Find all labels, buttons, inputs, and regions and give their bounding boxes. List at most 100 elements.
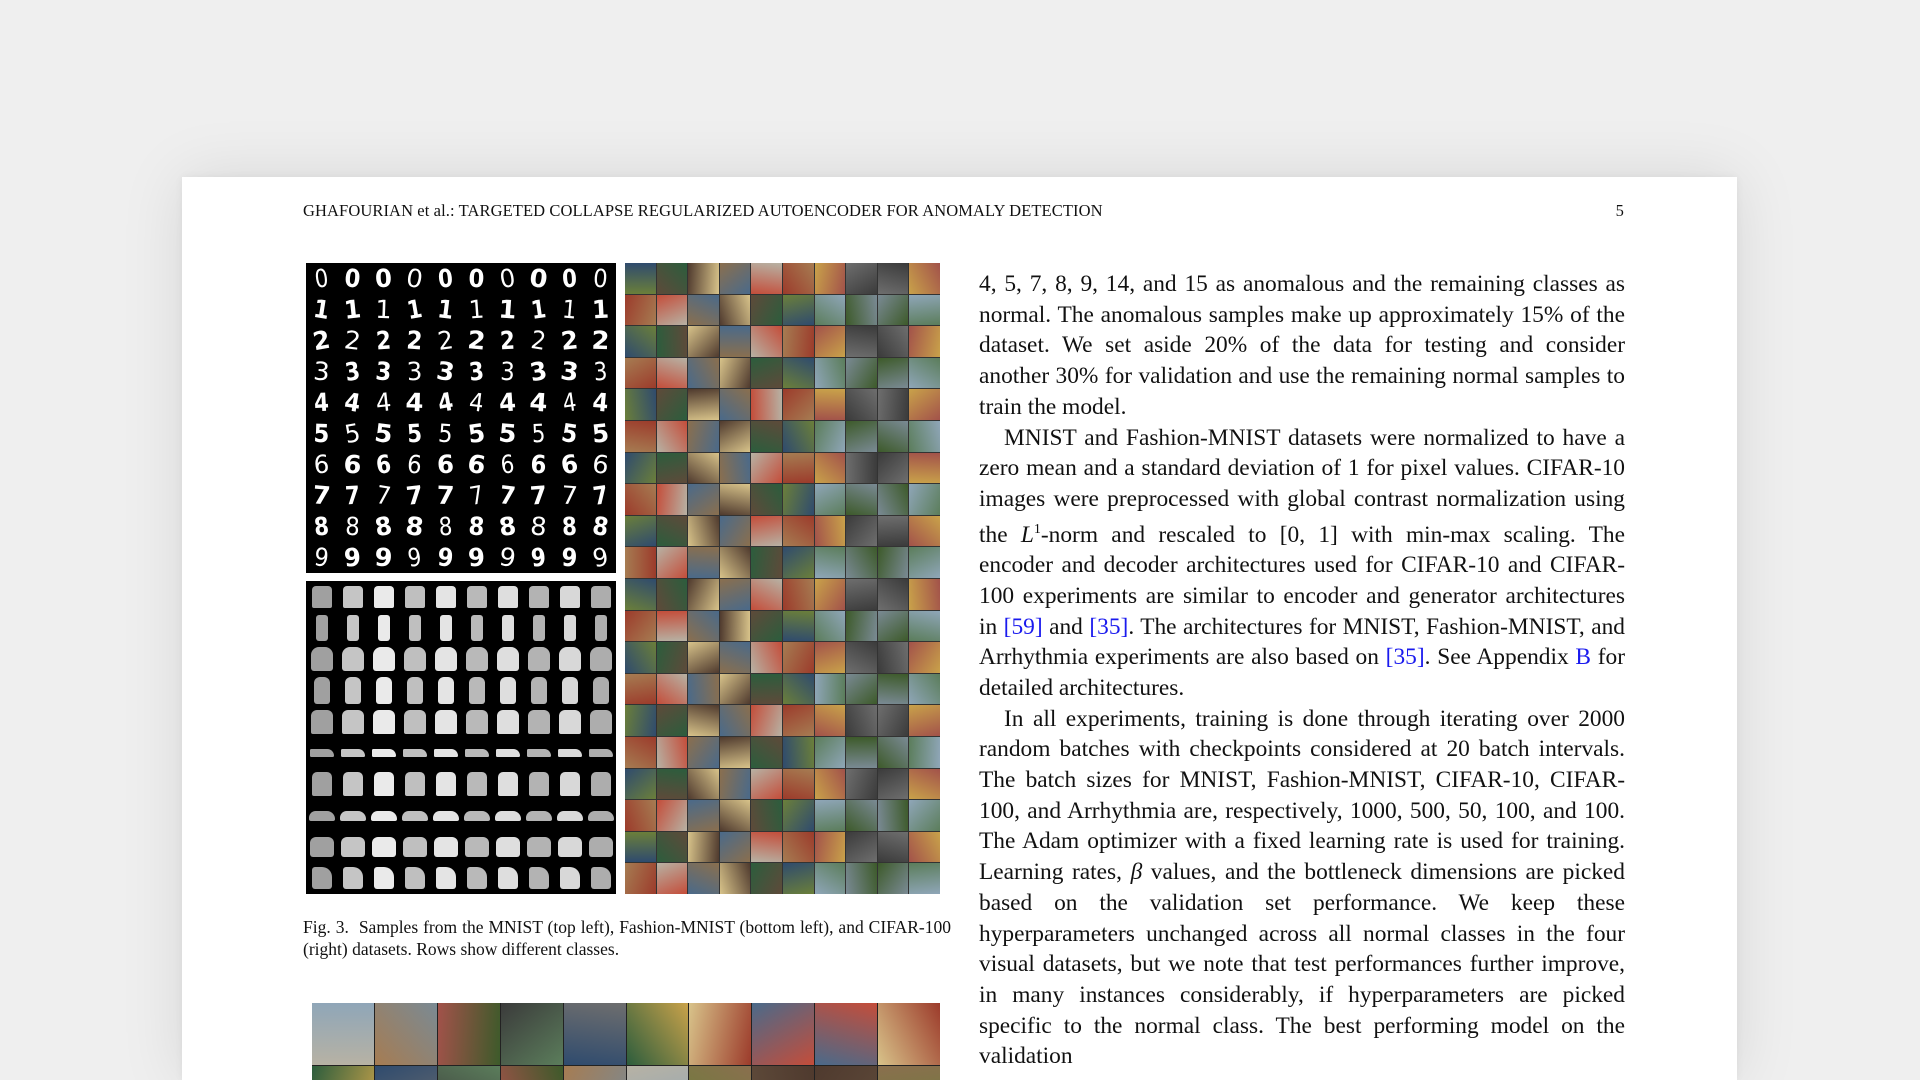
image-thumbnail: [846, 610, 877, 642]
citation-link-35[interactable]: [35]: [1089, 614, 1128, 640]
image-thumbnail: [689, 1065, 752, 1080]
image-thumbnail: [688, 831, 719, 863]
fashion-item-sample: [554, 581, 585, 612]
mnist-digit-sample: 5: [437, 418, 454, 449]
image-thumbnail: [751, 452, 782, 484]
image-thumbnail: [656, 515, 688, 547]
mnist-digit-sample: 4: [528, 387, 549, 418]
image-thumbnail: [909, 673, 940, 705]
fashion-item-sample: [399, 769, 430, 800]
fashion-item-sample: [306, 737, 337, 768]
fashion-item-sample: [337, 706, 368, 737]
image-thumbnail: [846, 673, 877, 705]
fashion-item-sample: [492, 769, 523, 800]
fashion-item-sample: [306, 675, 337, 706]
image-thumbnail: [719, 642, 751, 673]
fashion-item-sample: [492, 737, 523, 768]
mnist-digit-sample: 0: [343, 263, 362, 294]
mnist-digit-sample: 1: [529, 294, 548, 325]
fashion-item-sample: [368, 769, 399, 800]
fashion-item-sample: [337, 800, 368, 831]
mnist-digit-sample: 8: [312, 511, 331, 542]
image-thumbnail: [877, 705, 909, 736]
mnist-digit-sample: 8: [529, 511, 548, 542]
fashion-item-sample: [306, 769, 337, 800]
image-thumbnail: [846, 831, 877, 863]
image-thumbnail: [374, 1065, 437, 1080]
fashion-item-sample: [461, 737, 492, 768]
image-thumbnail: [719, 421, 751, 452]
image-thumbnail: [814, 294, 846, 326]
image-thumbnail: [688, 263, 719, 294]
fashion-item-sample: [430, 800, 461, 831]
image-thumbnail: [909, 737, 940, 768]
image-thumbnail: [656, 863, 688, 894]
image-thumbnail: [751, 326, 782, 357]
fashion-item-sample: [554, 800, 585, 831]
mnist-digit-sample: 4: [313, 387, 330, 418]
image-thumbnail: [625, 294, 656, 326]
image-thumbnail: [909, 547, 940, 578]
image-thumbnail: [846, 705, 877, 736]
image-thumbnail: [688, 579, 719, 610]
fashion-item-sample: [430, 706, 461, 737]
fashion-item-sample: [523, 769, 554, 800]
mnist-digit-sample: 7: [344, 480, 361, 511]
image-thumbnail: [877, 421, 909, 452]
image-thumbnail: [688, 452, 719, 484]
mnist-digit-sample: 8: [497, 510, 518, 543]
fashion-item-sample: [306, 644, 337, 675]
mnist-digit-sample: 8: [372, 510, 395, 543]
mnist-digit-sample: 5: [406, 418, 423, 449]
image-thumbnail: [909, 831, 940, 863]
image-thumbnail: [909, 768, 940, 800]
mnist-digit-sample: 6: [499, 449, 516, 480]
fashion-item-sample: [585, 675, 616, 706]
citation-link-59[interactable]: [59]: [1004, 614, 1043, 640]
image-thumbnail: [846, 579, 877, 610]
fashion-item-sample: [585, 800, 616, 831]
fashion-item-sample: [337, 831, 368, 862]
image-thumbnail: [751, 768, 782, 800]
mnist-digit-sample: 0: [592, 263, 609, 294]
image-thumbnail: [656, 452, 688, 484]
fashion-item-sample: [399, 581, 430, 612]
fashion-item-sample: [368, 706, 399, 737]
fashion-item-sample: [430, 831, 461, 862]
image-thumbnail: [625, 800, 656, 831]
image-thumbnail: [719, 515, 751, 547]
mnist-digit-sample: 7: [404, 480, 425, 511]
image-thumbnail: [719, 326, 751, 357]
image-thumbnail: [846, 452, 877, 484]
mnist-digit-sample: 9: [590, 541, 611, 573]
fashion-item-sample: [306, 706, 337, 737]
image-thumbnail: [909, 389, 940, 420]
appendix-b-link[interactable]: B: [1575, 644, 1591, 670]
image-thumbnail: [688, 294, 719, 326]
image-thumbnail: [846, 326, 877, 357]
image-thumbnail: [814, 263, 846, 294]
image-thumbnail: [625, 863, 656, 894]
paragraph-2-text-e: . See Appendix: [1424, 644, 1576, 671]
image-thumbnail: [783, 673, 814, 705]
image-thumbnail: [751, 737, 782, 768]
mnist-digit-sample: 0: [374, 263, 393, 294]
image-thumbnail: [656, 579, 688, 610]
image-thumbnail: [719, 705, 751, 736]
mnist-digit-sample: 5: [313, 418, 330, 449]
fashion-item-sample: [554, 769, 585, 800]
fashion-item-sample: [461, 769, 492, 800]
mnist-digit-sample: 3: [558, 356, 581, 387]
mnist-digit-sample: 8: [561, 511, 578, 542]
mnist-digit-sample: 3: [499, 356, 516, 387]
image-thumbnail: [688, 768, 719, 800]
citation-link-35-second[interactable]: [35]: [1386, 644, 1425, 670]
mnist-digit-sample: 3: [312, 356, 331, 387]
figure-caption-text: Samples from the MNIST (top left), Fashi…: [303, 917, 951, 959]
image-thumbnail: [814, 673, 846, 705]
fashion-item-sample: [430, 581, 461, 612]
image-thumbnail: [625, 389, 656, 420]
image-thumbnail: [877, 515, 909, 547]
running-head: GHAFOURIAN et al.: TARGETED COLLAPSE REG…: [303, 201, 1624, 221]
fashion-item-sample: [430, 675, 461, 706]
